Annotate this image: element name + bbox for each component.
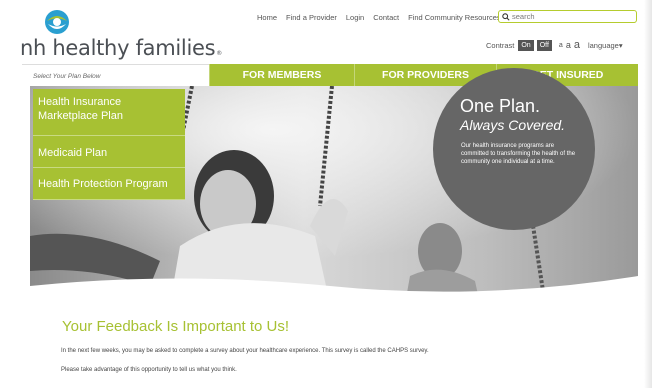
promo-headline: One Plan. [460, 96, 541, 116]
link-home[interactable]: Home [257, 13, 277, 22]
text-size-large-button[interactable]: a [574, 39, 580, 51]
contrast-off-button[interactable]: Off [536, 39, 552, 51]
brand-name[interactable]: nh healthy families® [20, 36, 222, 60]
plan-medicaid[interactable]: Medicaid Plan [33, 136, 185, 168]
search-input[interactable]: search [498, 10, 637, 23]
link-find-provider[interactable]: Find a Provider [286, 13, 337, 22]
contrast-on-button[interactable]: On [518, 39, 534, 51]
feedback-paragraph-1: In the next few weeks, you may be asked … [61, 348, 429, 354]
plan-health-insurance-marketplace[interactable]: Health Insurance Marketplace Plan [33, 89, 185, 136]
feedback-paragraph-2: Please take advantage of this opportunit… [61, 367, 237, 373]
accessibility-controls: Contrast On Off a a a language▾ [486, 39, 623, 51]
search-icon [502, 12, 510, 21]
brand-text: nh healthy families [20, 36, 216, 60]
nav-for-members[interactable]: FOR MEMBERS [209, 64, 354, 86]
text-size-medium-button[interactable]: a [566, 40, 571, 50]
select-plan-hint: Select Your Plan Below [22, 64, 209, 86]
text-size-small-button[interactable]: a [559, 42, 563, 49]
page-edge-shadow [644, 0, 652, 388]
chevron-down-icon: ▾ [618, 40, 623, 50]
promo-bubble: One Plan. Always Covered. Our health ins… [433, 68, 595, 230]
search-placeholder: search [512, 12, 535, 21]
logo-icon[interactable] [44, 9, 70, 35]
link-community-resources[interactable]: Find Community Resources [408, 13, 501, 22]
plan-health-protection-program[interactable]: Health Protection Program [33, 168, 185, 200]
feedback-title: Your Feedback Is Important to Us! [62, 318, 290, 335]
promo-body: Our health insurance programs are commit… [461, 143, 576, 165]
promo-subheadline: Always Covered. [460, 117, 566, 133]
language-label: language [587, 40, 619, 50]
plan-menu: Health Insurance Marketplace Plan Medica… [33, 89, 185, 200]
link-contact[interactable]: Contact [373, 13, 399, 22]
contrast-label: Contrast [486, 40, 515, 50]
top-nav: Home Find a Provider Login Contact Find … [257, 13, 501, 22]
language-dropdown[interactable]: language▾ [588, 41, 623, 50]
trademark-mark: ® [216, 50, 222, 57]
link-login[interactable]: Login [346, 13, 364, 22]
